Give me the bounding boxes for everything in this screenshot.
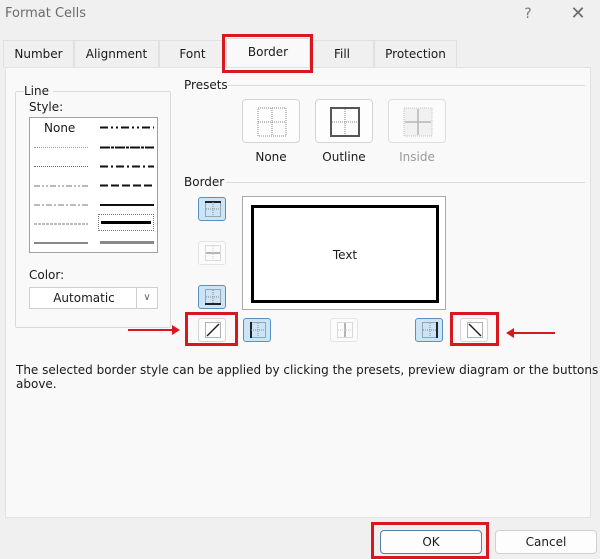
line-style-none[interactable]: None <box>32 121 90 135</box>
preview-text: Text <box>332 248 358 262</box>
line-style-dashed[interactable] <box>32 217 90 231</box>
preset-none-label: None <box>255 150 287 164</box>
border-inside-vertical-button[interactable] <box>330 318 358 342</box>
border-bottom-button[interactable] <box>198 285 226 309</box>
line-style-medium[interactable] <box>98 198 156 212</box>
presets-group-label: Presets <box>184 78 232 92</box>
line-group-label: Line <box>24 84 54 98</box>
border-group-label: Border <box>184 175 229 189</box>
annotation-arrow-left <box>506 328 555 338</box>
preset-inside-icon <box>403 107 433 137</box>
tab-font[interactable]: Font <box>159 40 226 68</box>
line-style-thin[interactable] <box>32 236 90 250</box>
color-dropdown[interactable]: Automatic ∨ <box>29 287 158 309</box>
border-left-icon <box>250 322 266 338</box>
tab-border[interactable]: Border <box>226 38 310 68</box>
preview-cell[interactable]: Text <box>251 205 439 303</box>
border-inside-vertical-icon <box>337 322 353 338</box>
border-right-icon <box>422 322 438 338</box>
preset-inside-label: Inside <box>399 150 435 164</box>
title-bar: Format Cells ? ✕ <box>0 0 600 30</box>
tab-protection[interactable]: Protection <box>374 40 457 68</box>
line-style-dash-dot-dot[interactable] <box>32 179 90 193</box>
border-top-icon <box>205 201 221 217</box>
line-style-list[interactable]: None <box>29 117 158 253</box>
dashed-line <box>34 223 88 225</box>
line-style-dash-dot[interactable] <box>32 198 90 212</box>
diagonal-up-icon <box>205 322 221 338</box>
dash-dot-line <box>34 204 88 206</box>
border-separator <box>226 182 585 183</box>
color-label: Color: <box>29 268 65 282</box>
preset-outline-label: Outline <box>322 150 366 164</box>
border-right-button[interactable] <box>415 318 443 342</box>
slant-dash-dot-line <box>100 146 154 149</box>
dialog-title: Format Cells <box>5 6 87 21</box>
presets-separator <box>228 85 585 86</box>
chevron-down-icon[interactable]: ∨ <box>136 288 157 308</box>
border-preview[interactable]: Text <box>242 196 446 310</box>
cancel-button[interactable]: Cancel <box>495 530 597 554</box>
close-button[interactable]: ✕ <box>566 3 590 25</box>
line-style-medium-dash-dot-dot[interactable] <box>98 121 156 135</box>
line-style-medium-dashed[interactable] <box>98 179 156 193</box>
annotation-arrow-right <box>128 325 180 335</box>
tab-number[interactable]: Number <box>3 40 74 68</box>
tab-fill[interactable]: Fill <box>310 40 374 68</box>
preset-none-icon <box>257 107 287 137</box>
border-inside-horizontal-icon <box>205 245 221 261</box>
hint-text: The selected border style can be applied… <box>16 363 599 391</box>
ok-button[interactable]: OK <box>380 530 482 554</box>
dash-dot-dot-line <box>34 185 88 187</box>
line-style-thick-selected[interactable] <box>98 214 154 231</box>
preset-outline-icon <box>330 107 360 137</box>
border-diagonal-up-button[interactable] <box>198 318 226 342</box>
border-inside-horizontal-button[interactable] <box>198 241 226 265</box>
color-value: Automatic <box>53 291 115 305</box>
tab-alignment[interactable]: Alignment <box>74 40 159 68</box>
line-style-medium-dash-dot[interactable] <box>98 160 156 174</box>
preset-outline-button[interactable] <box>315 99 373 143</box>
preset-inside-button[interactable] <box>388 99 446 143</box>
line-style-slant-dash-dot[interactable] <box>98 141 156 155</box>
border-diagonal-down-button[interactable] <box>460 318 488 342</box>
line-style-double[interactable] <box>98 236 156 250</box>
medium-dash-dot-line <box>100 165 154 168</box>
border-top-button[interactable] <box>198 197 226 221</box>
border-bottom-icon <box>205 289 221 305</box>
preset-none-button[interactable] <box>242 99 300 143</box>
style-label: Style: <box>29 100 64 114</box>
diagonal-down-icon <box>467 322 483 338</box>
line-style-dotted[interactable] <box>32 160 90 174</box>
help-button[interactable]: ? <box>518 4 538 24</box>
border-left-button[interactable] <box>243 318 271 342</box>
line-style-hair[interactable] <box>32 141 90 155</box>
medium-dash-dot-dot-line <box>100 126 154 129</box>
medium-dashed-line <box>100 184 154 187</box>
